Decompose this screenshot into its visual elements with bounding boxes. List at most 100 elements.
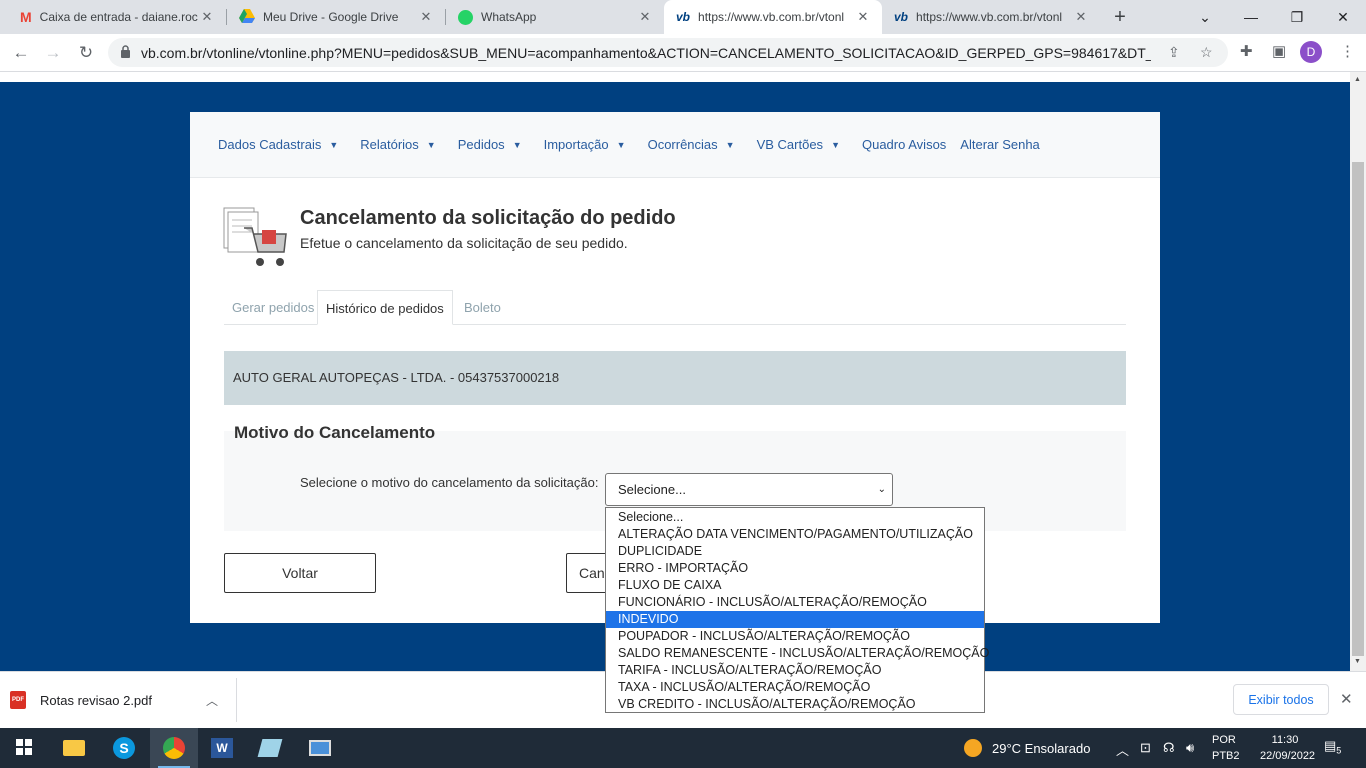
back-button[interactable]: ← xyxy=(9,41,33,65)
windows-icon xyxy=(16,738,32,758)
scroll-down-icon[interactable]: ▼ xyxy=(1354,658,1361,665)
arrow-right-icon: → xyxy=(44,43,62,62)
menu-label: Relatórios xyxy=(360,137,419,152)
tab-title: https://www.vb.com.br/vtonl xyxy=(916,10,1063,24)
browser-tab-vb-active[interactable]: vb https://www.vb.com.br/vtonl ✕ xyxy=(664,0,882,34)
tab-gerar-pedidos[interactable]: Gerar pedidos xyxy=(224,290,322,325)
reload-icon: ↻ xyxy=(78,43,94,62)
share-icon[interactable]: ⇪ xyxy=(1168,44,1180,61)
download-item[interactable]: PDF Rotas revisao 2.pdf xyxy=(10,682,152,718)
clock-date: 22/09/2022 xyxy=(1260,750,1316,762)
page-subtitle: Efetue o cancelamento da solicitação de … xyxy=(300,235,628,251)
scroll-up-icon[interactable]: ▲ xyxy=(1354,76,1361,83)
motivo-select[interactable]: Selecione... ⌄ xyxy=(605,473,893,506)
address-bar[interactable]: vb.com.br/vtonline/vtonline.php?MENU=ped… xyxy=(108,38,1228,67)
select-option-highlighted[interactable]: INDEVIDO xyxy=(606,611,984,628)
pdf-file-icon: PDF xyxy=(10,691,26,709)
taskbar-skype[interactable]: S xyxy=(100,728,148,768)
new-tab-button[interactable]: + xyxy=(1108,5,1132,29)
keyboard-layout: PTB2 xyxy=(1212,750,1240,762)
menu-ocorrencias[interactable]: Ocorrências ▼ xyxy=(648,137,735,152)
close-tab-icon[interactable]: ✕ xyxy=(417,9,435,25)
restore-button[interactable]: ❐ xyxy=(1274,0,1320,34)
skype-icon: S xyxy=(113,737,135,759)
chevron-up-icon[interactable]: ︿ xyxy=(206,692,218,709)
chevron-down-icon: ▼ xyxy=(831,139,840,150)
select-option[interactable]: TAXA - INCLUSÃO/ALTERAÇÃO/REMOÇÃO xyxy=(606,679,984,696)
divider xyxy=(236,678,237,722)
close-tab-icon[interactable]: ✕ xyxy=(1072,9,1090,25)
tab-historico-pedidos[interactable]: Histórico de pedidos xyxy=(317,290,453,325)
forward-button[interactable]: → xyxy=(41,41,65,65)
close-tab-icon[interactable]: ✕ xyxy=(636,9,654,25)
language-indicator[interactable]: POR PTB2 xyxy=(1212,732,1240,764)
notification-center[interactable]: ▤5 xyxy=(1324,738,1341,756)
close-tab-icon[interactable]: ✕ xyxy=(198,9,216,25)
motivo-title: Motivo do Cancelamento xyxy=(234,423,436,442)
close-tab-icon[interactable]: ✕ xyxy=(854,9,872,25)
menu-dados-cadastrais[interactable]: Dados Cadastrais ▼ xyxy=(218,137,338,152)
close-window-button[interactable]: ✕ xyxy=(1320,0,1366,34)
scrollbar-thumb[interactable] xyxy=(1352,162,1364,656)
taskbar-chrome[interactable] xyxy=(150,728,198,768)
weather-widget[interactable]: 29°C Ensolarado xyxy=(964,728,1090,768)
menu-alterar-senha[interactable]: Alterar Senha xyxy=(960,137,1040,152)
menu-quadro-avisos[interactable]: Quadro Avisos xyxy=(862,137,946,152)
select-option[interactable]: FUNCIONÁRIO - INCLUSÃO/ALTERAÇÃO/REMOÇÃO xyxy=(606,594,984,611)
browser-tab-vb[interactable]: vb https://www.vb.com.br/vtonl ✕ xyxy=(882,0,1100,34)
menu-kebab-icon[interactable]: ⋮ xyxy=(1340,42,1355,60)
back-button[interactable]: Voltar xyxy=(224,553,376,593)
menu-vb-cartoes[interactable]: VB Cartões ▼ xyxy=(757,137,840,152)
menu-importacao[interactable]: Importação ▼ xyxy=(544,137,626,152)
minimize-button[interactable]: — xyxy=(1228,0,1274,34)
select-option[interactable]: FLUXO DE CAIXA xyxy=(606,577,984,594)
taskbar-remote-desktop[interactable] xyxy=(296,728,344,768)
browser-tab-whatsapp[interactable]: WhatsApp ✕ xyxy=(446,0,664,34)
select-option[interactable]: ALTERAÇÃO DATA VENCIMENTO/PAGAMENTO/UTIL… xyxy=(606,526,984,543)
download-filename: Rotas revisao 2.pdf xyxy=(40,692,153,708)
browser-tab-gmail[interactable]: M Caixa de entrada - daiane.roc ✕ xyxy=(8,0,226,34)
select-value: Selecione... xyxy=(618,482,686,497)
motivo-label: Selecione o motivo do cancelamento da so… xyxy=(300,475,599,490)
chevron-down-icon: ▼ xyxy=(616,139,626,150)
show-all-button[interactable]: Exibir todos xyxy=(1233,684,1329,715)
folder-icon xyxy=(63,740,85,756)
wifi-icon[interactable]: ☊ xyxy=(1163,740,1175,756)
start-button[interactable] xyxy=(0,728,48,768)
page-scrollbar[interactable]: ▲ ▼ xyxy=(1350,72,1366,671)
volume-icon[interactable]: 🔊︎ xyxy=(1186,740,1194,756)
chevron-down-icon: ▼ xyxy=(329,139,339,150)
google-drive-icon xyxy=(239,8,255,26)
select-option[interactable]: POUPADOR - INCLUSÃO/ALTERAÇÃO/REMOÇÃO xyxy=(606,628,984,645)
taskbar-file-explorer[interactable] xyxy=(50,728,98,768)
close-icon[interactable]: ✕ xyxy=(1340,690,1353,708)
tab-boleto[interactable]: Boleto xyxy=(456,290,509,325)
select-option[interactable]: VB CREDITO - INCLUSÃO/ALTERAÇÃO/REMOÇÃO xyxy=(606,696,984,713)
profile-avatar[interactable]: D xyxy=(1300,41,1322,63)
extensions-icon[interactable]: ✚ xyxy=(1240,42,1253,60)
menu-pedidos[interactable]: Pedidos ▼ xyxy=(458,137,522,152)
select-option[interactable]: Selecione... xyxy=(606,509,984,526)
network-icon[interactable]: ⊡ xyxy=(1140,740,1151,756)
taskbar-app[interactable] xyxy=(246,728,294,768)
reload-button[interactable]: ↻ xyxy=(74,41,98,65)
browser-tab-drive[interactable]: Meu Drive - Google Drive ✕ xyxy=(227,0,445,34)
taskbar-word[interactable]: W xyxy=(198,728,246,768)
vb-icon: vb xyxy=(894,10,909,24)
word-icon: W xyxy=(211,738,233,758)
clock[interactable]: 11:30 22/09/2022 xyxy=(1260,732,1316,764)
select-option[interactable]: TARIFA - INCLUSÃO/ALTERAÇÃO/REMOÇÃO xyxy=(606,662,984,679)
select-option[interactable]: SALDO REMANESCENTE - INCLUSÃO/ALTERAÇÃO/… xyxy=(606,645,989,662)
menu-relatorios[interactable]: Relatórios ▼ xyxy=(360,137,435,152)
tab-title: WhatsApp xyxy=(481,10,537,24)
app-icon xyxy=(257,739,283,757)
tab-search-button[interactable]: ⌄ xyxy=(1182,0,1228,34)
chevron-up-icon[interactable]: ︿ xyxy=(1116,740,1129,759)
menu-label: Importação xyxy=(543,137,609,152)
page-title: Cancelamento da solicitação do pedido xyxy=(300,207,676,229)
select-option[interactable]: ERRO - IMPORTAÇÃO xyxy=(606,560,984,577)
tab-title: https://www.vb.com.br/vtonl xyxy=(698,10,845,24)
side-panel-icon[interactable]: ▣ xyxy=(1272,42,1286,60)
star-icon[interactable]: ☆ xyxy=(1200,44,1213,61)
select-option[interactable]: DUPLICIDADE xyxy=(606,543,984,560)
